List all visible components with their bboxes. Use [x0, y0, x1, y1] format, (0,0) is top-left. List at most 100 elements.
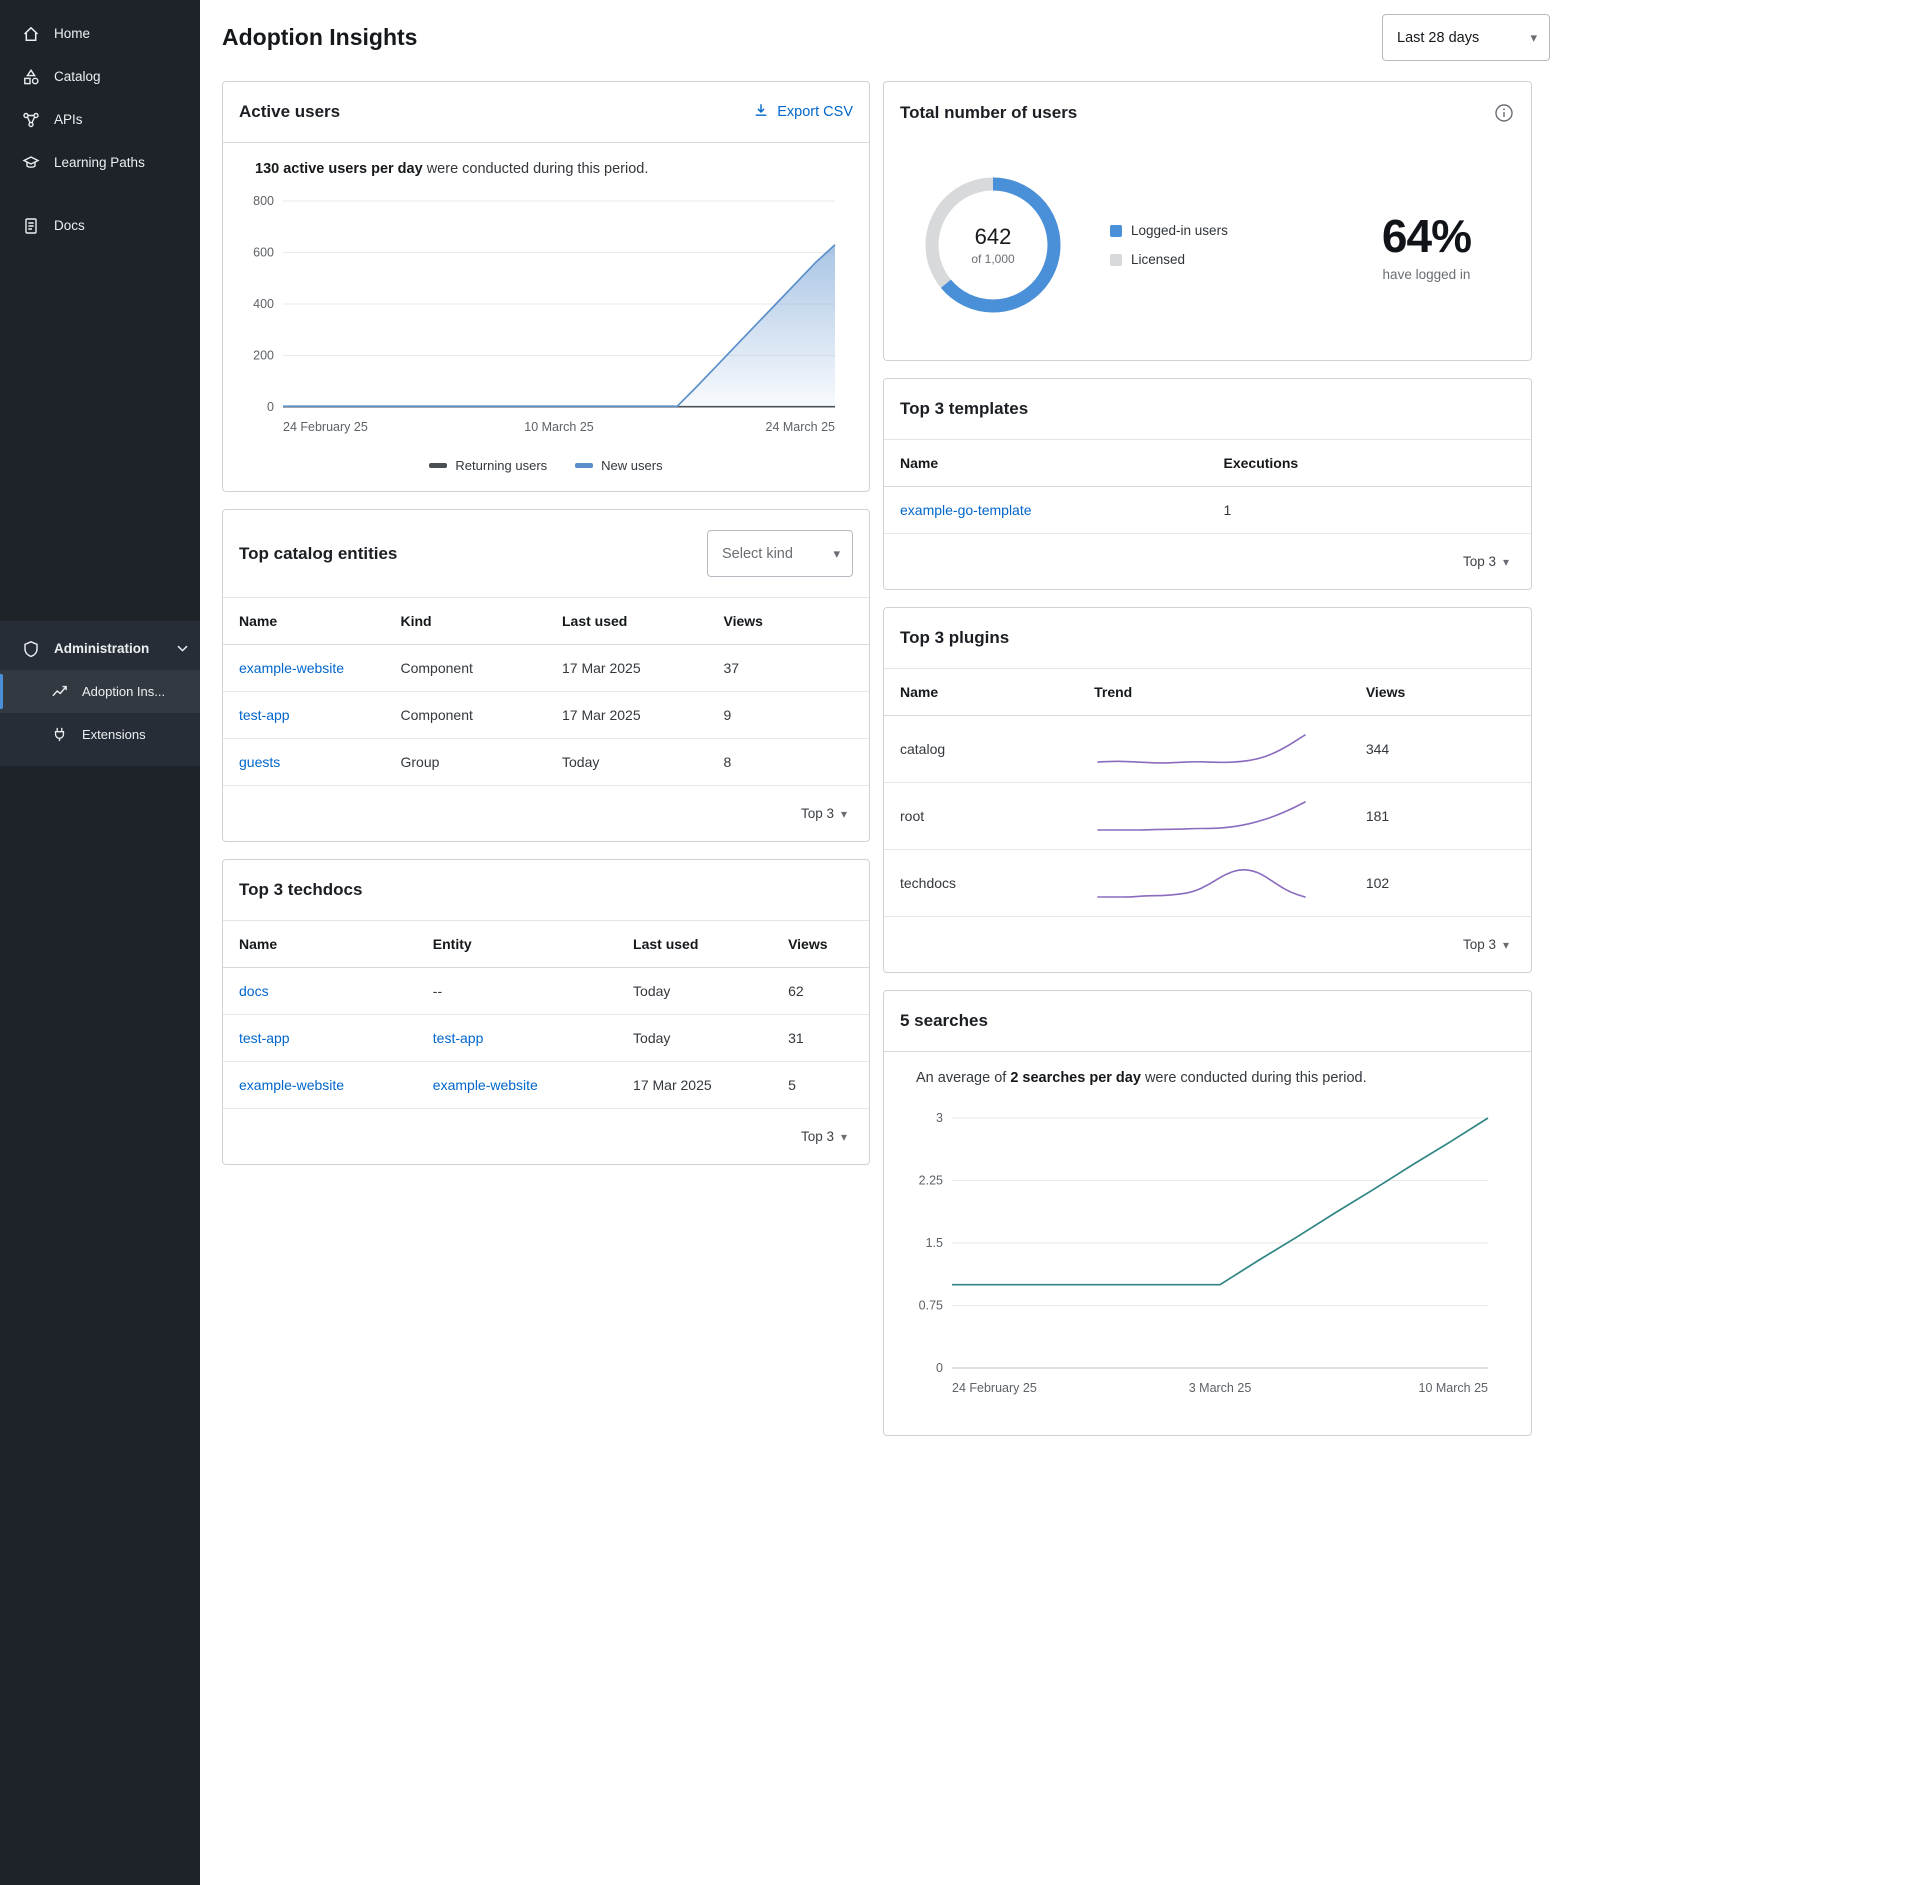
svg-text:0: 0	[936, 1361, 943, 1375]
top-n-select[interactable]: Top 3 ▾	[223, 786, 869, 841]
top-n-select[interactable]: Top 3 ▾	[884, 534, 1531, 589]
top-n-label: Top 3	[801, 806, 834, 821]
legend-swatch	[1110, 254, 1122, 266]
top-n-select[interactable]: Top 3 ▾	[884, 917, 1531, 972]
sidebar-nav: Home Catalog APIs Learning Paths Docs	[0, 0, 200, 247]
users-donut-chart: 642 of 1,000	[918, 170, 1068, 320]
trend-sparkline	[1078, 850, 1350, 917]
export-csv-button[interactable]: Export CSV	[753, 102, 853, 122]
cell-views: 8	[708, 739, 870, 786]
table-row: root 181	[884, 783, 1531, 850]
template-link[interactable]: example-go-template	[900, 502, 1032, 518]
column-header: Views	[1350, 669, 1531, 716]
sidebar-item-docs[interactable]: Docs	[0, 204, 200, 247]
svg-text:24 February 25: 24 February 25	[283, 420, 368, 434]
cell-views: 181	[1350, 783, 1531, 850]
column-header: Name	[884, 440, 1208, 487]
legend-label: Licensed	[1131, 252, 1185, 267]
techdoc-link[interactable]: test-app	[239, 1030, 290, 1046]
sidebar-item-catalog[interactable]: Catalog	[0, 55, 200, 98]
searches-chart: 32.251.50.75024 February 253 March 2510 …	[884, 1092, 1531, 1435]
main-content: Adoption Insights Last 28 days ▾ Active …	[200, 0, 1919, 1496]
table-row: test-app Component 17 Mar 2025 9	[223, 692, 869, 739]
kind-select[interactable]: Select kind ▾	[707, 530, 853, 577]
legend-label: New users	[601, 458, 662, 473]
searches-card: 5 searches An average of 2 searches per …	[883, 990, 1532, 1436]
sidebar-item-label: Extensions	[82, 727, 146, 742]
sidebar-item-home[interactable]: Home	[0, 12, 200, 55]
cell-views: 5	[772, 1062, 869, 1109]
cell-last-used: Today	[617, 968, 772, 1015]
column-header: Trend	[1078, 669, 1350, 716]
sidebar-item-adoption-insights[interactable]: Adoption Ins...	[0, 670, 200, 713]
card-title: Top catalog entities	[239, 544, 397, 564]
top-n-select[interactable]: Top 3 ▾	[223, 1109, 869, 1164]
logged-in-stat: 64% have logged in	[1382, 209, 1471, 282]
svg-text:600: 600	[253, 246, 274, 260]
entity-link[interactable]: example-website	[433, 1077, 538, 1093]
legend-label: Returning users	[455, 458, 547, 473]
cell-views: 62	[772, 968, 869, 1015]
legend-item: Logged-in users	[1110, 223, 1228, 238]
cell-executions: 1	[1208, 487, 1532, 534]
column-header: Name	[884, 669, 1078, 716]
svg-text:800: 800	[253, 194, 274, 208]
plug-icon	[50, 726, 68, 744]
sidebar-item-administration[interactable]: Administration	[0, 627, 200, 670]
cell-last-used: Today	[617, 1015, 772, 1062]
sidebar-item-extensions[interactable]: Extensions	[0, 713, 200, 756]
logged-in-percent: 64%	[1382, 209, 1471, 263]
table-row: techdocs 102	[884, 850, 1531, 917]
legend-item: New users	[575, 458, 662, 473]
techdoc-link[interactable]: docs	[239, 983, 269, 999]
total-users-card: Total number of users 642 of 1,000	[883, 81, 1532, 361]
date-range-value: Last 28 days	[1397, 30, 1479, 46]
card-title: Top 3 plugins	[900, 628, 1009, 648]
chevron-down-icon: ▾	[1503, 938, 1509, 952]
chevron-down-icon: ▾	[1530, 30, 1537, 46]
svg-text:10 March 25: 10 March 25	[1419, 1381, 1489, 1395]
sidebar-item-learning-paths[interactable]: Learning Paths	[0, 141, 200, 184]
column-header: Last used	[546, 598, 708, 645]
cell-views: 9	[708, 692, 870, 739]
info-icon[interactable]	[1493, 102, 1515, 124]
svg-text:1.5: 1.5	[926, 1236, 943, 1250]
cell-plugin-name: techdocs	[884, 850, 1078, 917]
entity-link[interactable]: example-website	[239, 660, 344, 676]
download-icon	[753, 102, 769, 122]
top-catalog-entities-card: Top catalog entities Select kind ▾ Name …	[222, 509, 870, 842]
donut-center-value: 642	[975, 224, 1012, 250]
entity-link[interactable]: guests	[239, 754, 280, 770]
svg-text:0.75: 0.75	[919, 1299, 943, 1313]
chevron-down-icon	[177, 645, 188, 652]
chevron-down-icon: ▾	[841, 1130, 847, 1144]
column-header: Kind	[385, 598, 547, 645]
cell-kind: Component	[385, 692, 547, 739]
shield-icon	[22, 640, 40, 658]
column-header: Last used	[617, 921, 772, 968]
cell-kind: Component	[385, 645, 547, 692]
date-range-select[interactable]: Last 28 days ▾	[1382, 14, 1550, 61]
cell-views: 102	[1350, 850, 1531, 917]
entity-link[interactable]: test-app	[433, 1030, 484, 1046]
sidebar-item-label: Catalog	[54, 69, 101, 84]
logged-in-percent-sub: have logged in	[1382, 267, 1471, 282]
table-row: example-website example-website 17 Mar 2…	[223, 1062, 869, 1109]
svg-text:200: 200	[253, 349, 274, 363]
column-header: Name	[223, 598, 385, 645]
column-header: Views	[772, 921, 869, 968]
table-row: docs -- Today 62	[223, 968, 869, 1015]
table-row: test-app test-app Today 31	[223, 1015, 869, 1062]
entity-link[interactable]: test-app	[239, 707, 290, 723]
trend-chart-icon	[50, 683, 68, 701]
svg-text:400: 400	[253, 297, 274, 311]
cell-kind: Group	[385, 739, 547, 786]
techdocs-table: Name Entity Last used Views docs -- Toda…	[223, 920, 869, 1109]
column-header: Views	[708, 598, 870, 645]
sidebar-item-apis[interactable]: APIs	[0, 98, 200, 141]
kind-select-placeholder: Select kind	[722, 546, 793, 562]
active-users-legend: Returning users New users	[223, 454, 869, 491]
svg-text:2.25: 2.25	[919, 1174, 943, 1188]
techdoc-link[interactable]: example-website	[239, 1077, 344, 1093]
table-row: example-website Component 17 Mar 2025 37	[223, 645, 869, 692]
